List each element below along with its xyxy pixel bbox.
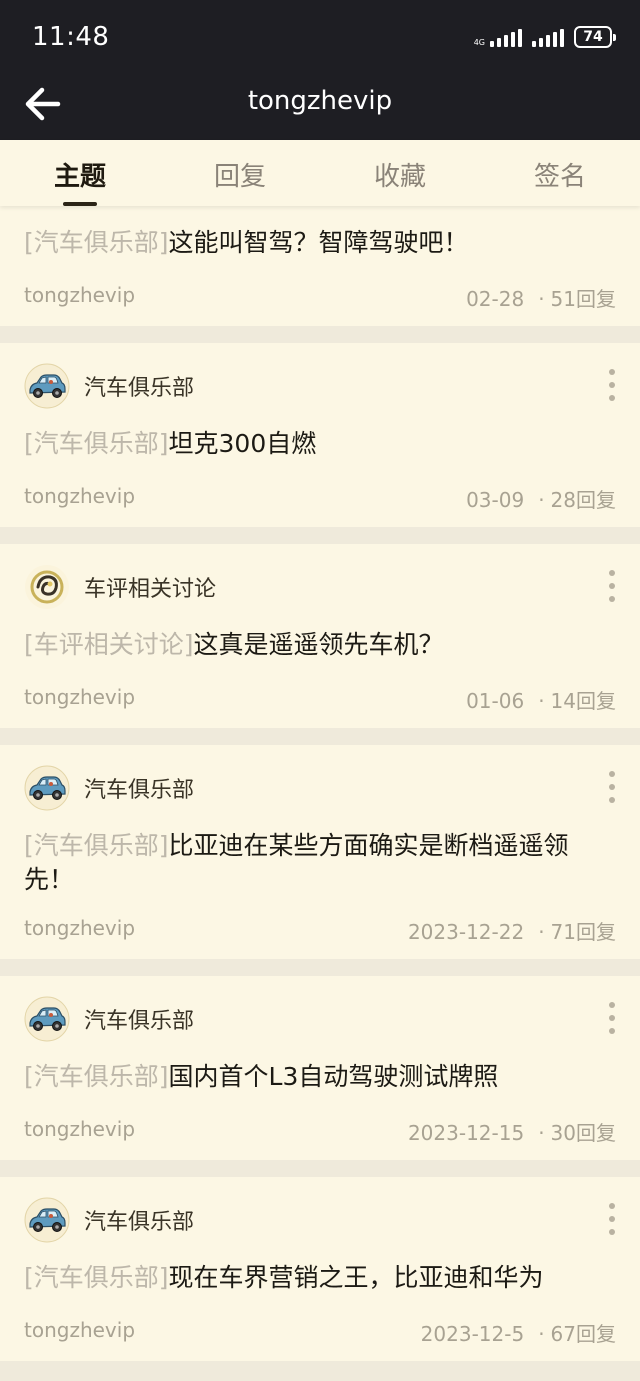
post-tag: [车评相关讨论] [24,630,194,659]
post-card[interactable]: 汽车俱乐部 [汽车俱乐部]现在车界营销之王，比亚迪和华为 tongzhevip … [0,1177,640,1361]
more-options-icon[interactable] [608,570,616,602]
post-date: 2023-12-22 [407,920,525,944]
car-icon [24,996,70,1042]
more-options-icon[interactable] [608,771,616,803]
post-author: tongzhevip [24,283,136,307]
post-date: 03-09 [466,488,525,512]
post-meta: 01-06 · 14回复 [466,689,616,713]
more-options-icon[interactable] [608,1203,616,1235]
post-forum-header[interactable]: 汽车俱乐部 [24,996,194,1042]
tab-bar: 主题 回复 收藏 签名 [0,140,640,206]
post-card[interactable]: 汽车俱乐部 [汽车俱乐部]坦克300自燃 tongzhevip 03-09 · 28… [0,343,640,527]
post-replies: 28回复 [550,488,616,512]
post-author: tongzhevip [24,685,136,709]
tab-topics[interactable]: 主题 [0,140,160,206]
post-meta: 03-09 · 28回复 [466,488,616,512]
forum-name: 汽车俱乐部 [84,1009,195,1034]
post-title[interactable]: [汽车俱乐部]这能叫智驾？智障驾驶吧！ [24,226,608,260]
post-title-text: 这能叫智驾？智障驾驶吧！ [168,228,469,257]
post-replies: 14回复 [550,689,616,713]
swirl-logo-icon [24,564,70,610]
post-author: tongzhevip [24,1117,136,1141]
post-tag: [汽车俱乐部] [24,429,169,458]
car-icon [24,363,70,409]
post-date: 2023-12-15 [407,1121,525,1145]
tab-signature[interactable]: 签名 [480,140,640,206]
status-icons: 4G 74 [474,24,616,50]
post-author: tongzhevip [24,484,136,508]
post-meta: 2023-12-5 · 67回复 [420,1322,616,1346]
battery-icon: 74 [574,26,616,48]
forum-name: 汽车俱乐部 [84,778,195,803]
more-options-icon[interactable] [608,369,616,401]
tab-favorites[interactable]: 收藏 [320,140,480,206]
post-card[interactable]: [汽车俱乐部]这能叫智驾？智障驾驶吧！ tongzhevip 02-28 · 51回… [0,206,640,326]
post-tag: [汽车俱乐部] [24,1263,169,1292]
post-card[interactable]: 汽车俱乐部 [汽车俱乐部]比亚迪在某些方面确实是断档遥遥领先！ tongzhev… [0,745,640,959]
car-icon [24,765,70,811]
post-replies: 67回复 [550,1322,616,1346]
status-time: 11:48 [32,22,110,52]
signal-icon-2 [532,27,564,47]
post-date: 2023-12-5 [420,1322,525,1346]
post-meta: 2023-12-22 · 71回复 [407,920,616,944]
signal-icon: 4G [474,27,522,47]
post-title[interactable]: [汽车俱乐部]国内首个L3自动驾驶测试牌照 [24,1060,608,1094]
post-tag: [汽车俱乐部] [24,228,169,257]
post-tag: [汽车俱乐部] [24,831,169,860]
forum-name: 汽车俱乐部 [84,376,195,401]
post-title[interactable]: [车评相关讨论]这真是遥遥领先车机？ [24,628,608,662]
more-options-icon[interactable] [608,1002,616,1034]
tab-replies[interactable]: 回复 [160,140,320,206]
post-title[interactable]: [汽车俱乐部]比亚迪在某些方面确实是断档遥遥领先！ [24,829,608,897]
post-title-text: 坦克300自燃 [168,429,317,458]
post-author: tongzhevip [24,916,136,940]
post-title-text: 这真是遥遥领先车机？ [193,630,444,659]
post-title[interactable]: [汽车俱乐部]现在车界营销之王，比亚迪和华为 [24,1261,608,1295]
post-replies: 51回复 [550,287,616,311]
post-meta: 02-28 · 51回复 [466,287,616,311]
post-date: 02-28 [466,287,525,311]
post-card[interactable]: 汽车俱乐部 [汽车俱乐部]国内首个L3自动驾驶测试牌照 tongzhevip 2… [0,976,640,1160]
post-tag: [汽车俱乐部] [24,1062,169,1091]
page-title: tongzhevip [247,86,393,116]
post-forum-header[interactable]: 汽车俱乐部 [24,765,194,811]
app-header: 11:48 4G 74 tongzhevip [0,0,640,140]
post-author: tongzhevip [24,1318,136,1342]
post-title-text: 国内首个L3自动驾驶测试牌照 [168,1062,499,1091]
post-card[interactable]: 车评相关讨论 [车评相关讨论]这真是遥遥领先车机？ tongzhevip 01-… [0,544,640,728]
car-icon [24,1197,70,1243]
post-replies: 30回复 [550,1121,616,1145]
post-title-text: 现在车界营销之王，比亚迪和华为 [168,1263,544,1292]
post-date: 01-06 [466,689,525,713]
post-title[interactable]: [汽车俱乐部]坦克300自燃 [24,427,608,461]
forum-name: 汽车俱乐部 [84,1210,195,1235]
post-forum-header[interactable]: 汽车俱乐部 [24,1197,194,1243]
post-replies: 71回复 [550,920,616,944]
forum-name: 车评相关讨论 [84,577,217,602]
post-meta: 2023-12-15 · 30回复 [407,1121,616,1145]
post-forum-header[interactable]: 车评相关讨论 [24,564,216,610]
post-forum-header[interactable]: 汽车俱乐部 [24,363,194,409]
